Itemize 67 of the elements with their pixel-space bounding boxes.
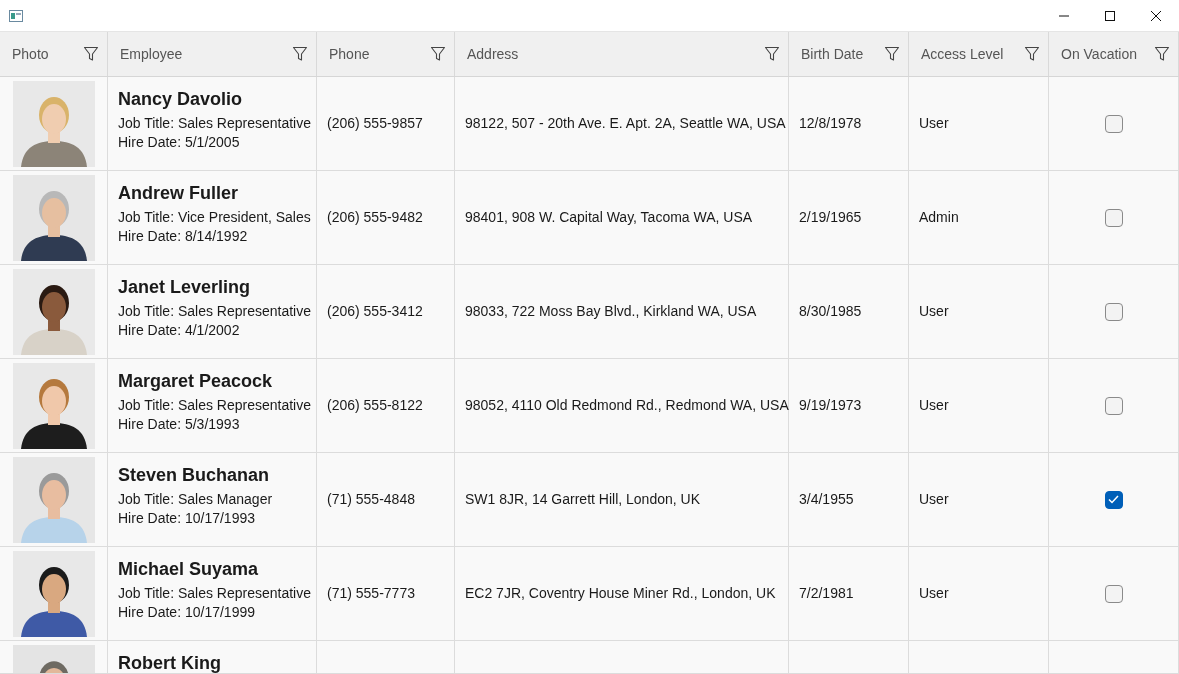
phone-number: (71) 555-4848 <box>327 490 415 509</box>
close-icon <box>1151 10 1161 21</box>
vacation-checkbox[interactable] <box>1104 490 1123 509</box>
address: SW1 8JR, 14 Garrett Hill, London, UK <box>465 490 700 509</box>
maximize-icon <box>1105 10 1115 21</box>
vacation-checkbox[interactable] <box>1104 208 1123 227</box>
address: 98033, 722 Moss Bay Blvd., Kirkland WA, USA <box>465 302 757 321</box>
access-level: User <box>919 302 949 321</box>
employee-name: Janet Leverling <box>118 278 251 296</box>
phone-number: (206) 555-9857 <box>327 114 423 133</box>
hire-date: Hire Date: 10/17/1993 <box>118 509 255 528</box>
app-icon <box>9 9 23 22</box>
phone-number: (206) 555-9482 <box>327 208 423 227</box>
employee-name: Robert King <box>118 654 221 672</box>
birth-date: 7/2/1981 <box>799 584 854 603</box>
job-title: Job Title: Vice President, Sales <box>118 208 311 227</box>
vacation-checkbox[interactable] <box>1104 114 1123 133</box>
birth-date: 2/19/1965 <box>799 208 862 227</box>
column-header[interactable]: Access Level <box>909 32 1049 76</box>
check-icon <box>1108 495 1119 504</box>
filter-icon[interactable] <box>1024 46 1040 62</box>
phone-number: (206) 555-8122 <box>327 396 423 415</box>
column-header[interactable]: Photo <box>0 32 108 76</box>
access-level: User <box>919 584 949 603</box>
address: EC2 7JR, Coventry House Miner Rd., London, UK <box>465 584 776 603</box>
job-title: Job Title: Sales Manager <box>118 490 273 509</box>
access-level: User <box>919 114 949 133</box>
hire-date: Hire Date: 5/1/2005 <box>118 133 240 152</box>
hire-date: Hire Date: 10/17/1999 <box>118 603 255 622</box>
birth-date: 3/4/1955 <box>799 490 854 509</box>
filter-icon[interactable] <box>83 46 99 62</box>
job-title: Job Title: Sales Representative <box>118 396 311 415</box>
address: 98122, 507 - 20th Ave. E. Apt. 2A, Seattle WA, USA <box>465 114 786 133</box>
employee-name: Andrew Fuller <box>118 184 238 202</box>
access-level: User <box>919 490 949 509</box>
filter-icon[interactable] <box>292 46 308 62</box>
column-header[interactable]: Birth Date <box>789 32 909 76</box>
vacation-checkbox[interactable] <box>1104 302 1123 321</box>
employee-name: Margaret Peacock <box>118 372 273 390</box>
address: 98401, 908 W. Capital Way, Tacoma WA, USA <box>465 208 753 227</box>
birth-date: 8/30/1985 <box>799 302 862 321</box>
employee-name: Nancy Davolio <box>118 90 243 108</box>
phone-number: (206) 555-3412 <box>327 302 423 321</box>
phone-number: (71) 555-7773 <box>327 584 415 603</box>
hire-date: Hire Date: 4/1/2002 <box>118 321 240 340</box>
access-level: Admin <box>919 208 959 227</box>
vacation-checkbox[interactable] <box>1104 584 1123 603</box>
column-header[interactable]: Phone <box>317 32 455 76</box>
hire-date: Hire Date: 8/14/1992 <box>118 227 248 246</box>
employee-name: Michael Suyama <box>118 560 259 578</box>
birth-date: 9/19/1973 <box>799 396 862 415</box>
filter-icon[interactable] <box>1154 46 1170 62</box>
column-header[interactable]: Address <box>455 32 789 76</box>
vacation-checkbox[interactable] <box>1104 396 1123 415</box>
access-level: User <box>919 396 949 415</box>
column-header[interactable]: Employee <box>108 32 317 76</box>
job-title: Job Title: Sales Representative <box>118 114 311 133</box>
address: 98052, 4110 Old Redmond Rd., Redmond WA, USA <box>465 396 789 415</box>
job-title: Job Title: Sales Representative <box>118 302 311 321</box>
job-title: Job Title: Sales Representative <box>118 584 311 603</box>
hire-date: Hire Date: 5/3/1993 <box>118 415 240 434</box>
filter-icon[interactable] <box>884 46 900 62</box>
column-header[interactable]: On Vacation <box>1049 32 1179 76</box>
filter-icon[interactable] <box>764 46 780 62</box>
filter-icon[interactable] <box>430 46 446 62</box>
employee-name: Steven Buchanan <box>118 466 270 484</box>
birth-date: 12/8/1978 <box>799 114 862 133</box>
